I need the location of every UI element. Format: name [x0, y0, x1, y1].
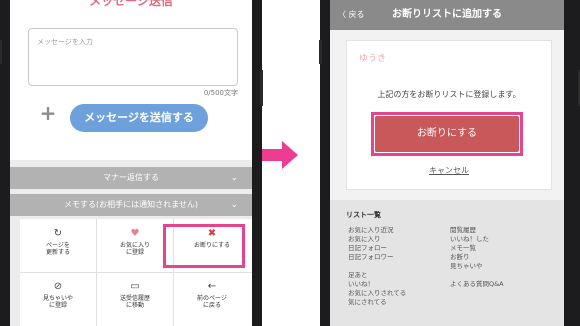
reject-highlight-box: [163, 224, 245, 268]
list-menu-link[interactable]: 日記フォロワー: [348, 253, 406, 262]
action-heart-button[interactable]: ♥ お気に入り に登録: [99, 221, 171, 271]
list-menu-link[interactable]: いいね！した: [450, 235, 504, 244]
grid-divider: [20, 272, 252, 273]
message-compose-area: メッセージを入力 0/500文字 + メッセージを送信する: [10, 8, 252, 160]
list-menu-link[interactable]: 気にされてる: [348, 298, 406, 307]
refresh-icon: ↻: [53, 228, 63, 239]
action-label: 前のページ に戻る: [197, 295, 227, 309]
reject-list-screen: 〈 戻る お断りリストに追加する ゆうき 上記の方をお断りリストに登録します。 …: [330, 0, 564, 326]
char-counter: 0/500文字: [203, 89, 238, 97]
memo-label: メモする(お相手には通知されません): [63, 200, 198, 209]
list-menu-link[interactable]: お気に入り: [348, 235, 406, 244]
list-menu-link[interactable]: 日記フォロー: [348, 244, 406, 253]
send-message-button[interactable]: メッセージを送信する: [70, 104, 208, 132]
heart-icon: ♥: [130, 228, 140, 239]
confirm-description: 上記の方をお断りリストに登録します。: [377, 90, 521, 99]
list-menu-column: 閲覧履歴 いいね！した メモ一覧 お断り 見ちゃいやよくある質問Q&A: [450, 226, 504, 289]
list-menu-link[interactable]: お気に入りされてる: [348, 289, 406, 298]
phone-power-button: [260, 70, 263, 106]
list-menu-link[interactable]: 足あと: [348, 271, 406, 280]
manner-reply-label: マナー返信する: [103, 173, 159, 182]
list-menu-link[interactable]: 見ちゃいや: [450, 262, 504, 271]
phone-volume-button: [0, 40, 2, 64]
page-title: お断りリストに追加する: [392, 9, 502, 20]
action-label: お気に入り に登録: [119, 242, 150, 256]
action-label: 見ちゃいや に登録: [42, 295, 73, 309]
eye-off-icon: ⊘: [53, 281, 63, 292]
list-menu: リスト一覧 お気に入り近況 お気に入り 日記フォロー 日記フォロワー 足あと いいね！ お気…: [330, 200, 564, 326]
list-menu-column: お気に入り近況 お気に入り 日記フォロー 日記フォロワー 足あと いいね！ お気に入りされて…: [348, 226, 406, 307]
list-menu-link[interactable]: 閲覧履歴: [450, 226, 504, 235]
memo-bar[interactable]: メモする(お相手には通知されません) ⌄: [10, 194, 252, 216]
list-menu-link[interactable]: いいね！: [348, 280, 406, 289]
message-header-title: メッセージ送信: [89, 0, 173, 8]
reject-header: 〈 戻る お断りリストに追加する: [330, 0, 564, 30]
message-input[interactable]: メッセージを入力: [28, 28, 238, 86]
phone-volume-button: [319, 40, 322, 64]
user-name: ゆうき: [359, 54, 387, 64]
action-arrow-left-button[interactable]: ← 前のページ に戻る: [176, 274, 248, 324]
inbox-icon: ▭: [130, 281, 140, 292]
confirm-highlight-box: [371, 112, 523, 156]
message-header: メッセージ送信: [10, 0, 252, 8]
arrow-left-icon: ←: [207, 281, 217, 292]
cancel-link[interactable]: キャンセル: [347, 165, 551, 176]
list-menu-title: リスト一覧: [346, 211, 381, 219]
list-menu-link[interactable]: よくある質問Q&A: [450, 280, 504, 289]
list-gap: [450, 271, 504, 280]
manner-reply-bar[interactable]: マナー返信する ⌄: [10, 167, 252, 189]
list-menu-link[interactable]: お気に入り近況: [348, 226, 406, 235]
action-label: 送受信履歴 に移動: [119, 295, 150, 309]
chevron-down-icon: ⌄: [230, 173, 238, 183]
action-inbox-button[interactable]: ▭ 送受信履歴 に移動: [99, 274, 171, 324]
list-menu-link[interactable]: お断り: [450, 253, 504, 262]
action-refresh-button[interactable]: ↻ ページを 更新する: [22, 221, 94, 271]
action-label: ページを 更新する: [45, 242, 70, 256]
chevron-down-icon: ⌄: [230, 200, 238, 210]
plus-icon[interactable]: +: [38, 103, 58, 124]
list-gap: [348, 262, 406, 271]
list-menu-link[interactable]: メモ一覧: [450, 244, 504, 253]
message-screen: メッセージ送信 メッセージを入力 0/500文字 + メッセージを送信する マナ…: [10, 0, 252, 326]
action-eye-off-button[interactable]: ⊘ 見ちゃいや に登録: [22, 274, 94, 324]
confirm-card: ゆうき 上記の方をお断りリストに登録します。 お断りにする キャンセル: [346, 40, 552, 190]
arrow-right-icon: [282, 141, 298, 169]
transition-arrow: [262, 149, 284, 161]
